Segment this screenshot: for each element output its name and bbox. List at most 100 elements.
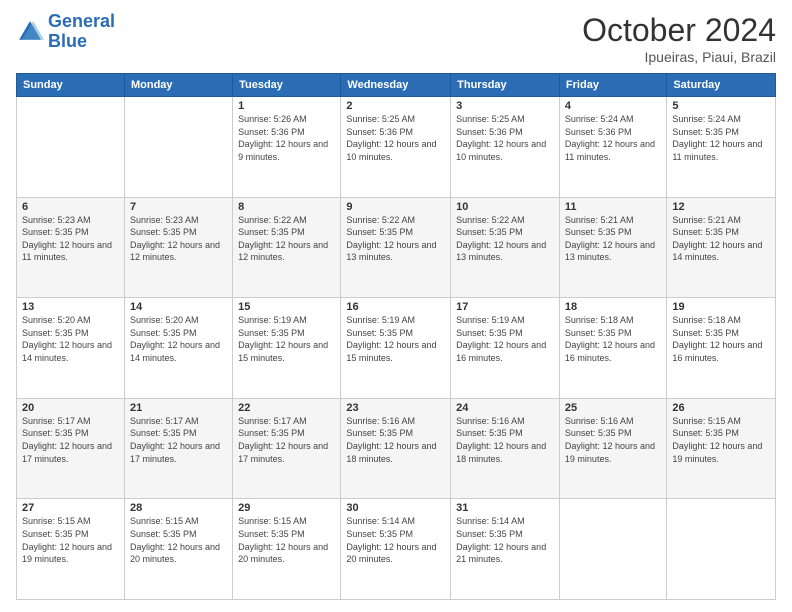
day-number: 20: [22, 402, 119, 414]
day-detail: Sunrise: 5:17 AMSunset: 5:35 PMDaylight:…: [238, 415, 335, 465]
calendar-cell: 26Sunrise: 5:15 AMSunset: 5:35 PMDayligh…: [667, 398, 776, 499]
daylight-text: Daylight: 12 hours and 10 minutes.: [456, 138, 554, 163]
sunset-text: Sunset: 5:35 PM: [238, 327, 335, 340]
calendar-cell: [667, 499, 776, 600]
calendar-body: 1Sunrise: 5:26 AMSunset: 5:36 PMDaylight…: [17, 97, 776, 600]
calendar-cell: 3Sunrise: 5:25 AMSunset: 5:36 PMDaylight…: [451, 97, 560, 198]
calendar-cell: [124, 97, 232, 198]
day-detail: Sunrise: 5:25 AMSunset: 5:36 PMDaylight:…: [346, 113, 445, 163]
calendar-cell: 22Sunrise: 5:17 AMSunset: 5:35 PMDayligh…: [233, 398, 341, 499]
day-number: 6: [22, 201, 119, 213]
day-detail: Sunrise: 5:19 AMSunset: 5:35 PMDaylight:…: [456, 314, 554, 364]
sunrise-text: Sunrise: 5:15 AM: [672, 415, 770, 428]
calendar-cell: [559, 499, 666, 600]
day-number: 17: [456, 301, 554, 313]
daylight-text: Daylight: 12 hours and 12 minutes.: [238, 239, 335, 264]
sunrise-text: Sunrise: 5:23 AM: [130, 214, 227, 227]
calendar-cell: 1Sunrise: 5:26 AMSunset: 5:36 PMDaylight…: [233, 97, 341, 198]
daylight-text: Daylight: 12 hours and 17 minutes.: [22, 440, 119, 465]
day-detail: Sunrise: 5:24 AMSunset: 5:35 PMDaylight:…: [672, 113, 770, 163]
sunrise-text: Sunrise: 5:15 AM: [22, 515, 119, 528]
sunrise-text: Sunrise: 5:21 AM: [565, 214, 661, 227]
daylight-text: Daylight: 12 hours and 17 minutes.: [130, 440, 227, 465]
main-title: October 2024: [582, 12, 776, 49]
sunrise-text: Sunrise: 5:26 AM: [238, 113, 335, 126]
day-detail: Sunrise: 5:21 AMSunset: 5:35 PMDaylight:…: [565, 214, 661, 264]
sunset-text: Sunset: 5:35 PM: [456, 226, 554, 239]
sunrise-text: Sunrise: 5:25 AM: [346, 113, 445, 126]
sunrise-text: Sunrise: 5:24 AM: [565, 113, 661, 126]
day-detail: Sunrise: 5:22 AMSunset: 5:35 PMDaylight:…: [346, 214, 445, 264]
calendar-cell: 27Sunrise: 5:15 AMSunset: 5:35 PMDayligh…: [17, 499, 125, 600]
weekday-header: Thursday: [451, 74, 560, 97]
sunset-text: Sunset: 5:36 PM: [238, 126, 335, 139]
calendar-cell: 20Sunrise: 5:17 AMSunset: 5:35 PMDayligh…: [17, 398, 125, 499]
day-detail: Sunrise: 5:22 AMSunset: 5:35 PMDaylight:…: [456, 214, 554, 264]
logo-icon: [16, 18, 44, 46]
daylight-text: Daylight: 12 hours and 15 minutes.: [238, 339, 335, 364]
calendar-header: SundayMondayTuesdayWednesdayThursdayFrid…: [17, 74, 776, 97]
sunrise-text: Sunrise: 5:22 AM: [346, 214, 445, 227]
sunset-text: Sunset: 5:35 PM: [672, 226, 770, 239]
weekday-header: Wednesday: [341, 74, 451, 97]
sunrise-text: Sunrise: 5:18 AM: [565, 314, 661, 327]
sunset-text: Sunset: 5:35 PM: [565, 427, 661, 440]
day-detail: Sunrise: 5:15 AMSunset: 5:35 PMDaylight:…: [22, 515, 119, 565]
calendar-cell: 28Sunrise: 5:15 AMSunset: 5:35 PMDayligh…: [124, 499, 232, 600]
day-number: 19: [672, 301, 770, 313]
daylight-text: Daylight: 12 hours and 19 minutes.: [672, 440, 770, 465]
day-number: 25: [565, 402, 661, 414]
page: General Blue October 2024 Ipueiras, Piau…: [0, 0, 792, 612]
sunrise-text: Sunrise: 5:19 AM: [238, 314, 335, 327]
day-detail: Sunrise: 5:16 AMSunset: 5:35 PMDaylight:…: [565, 415, 661, 465]
sunset-text: Sunset: 5:35 PM: [346, 327, 445, 340]
subtitle: Ipueiras, Piaui, Brazil: [582, 49, 776, 65]
sunrise-text: Sunrise: 5:15 AM: [238, 515, 335, 528]
daylight-text: Daylight: 12 hours and 14 minutes.: [672, 239, 770, 264]
weekday-header: Tuesday: [233, 74, 341, 97]
sunrise-text: Sunrise: 5:23 AM: [22, 214, 119, 227]
day-detail: Sunrise: 5:26 AMSunset: 5:36 PMDaylight:…: [238, 113, 335, 163]
calendar-cell: 29Sunrise: 5:15 AMSunset: 5:35 PMDayligh…: [233, 499, 341, 600]
day-detail: Sunrise: 5:18 AMSunset: 5:35 PMDaylight:…: [672, 314, 770, 364]
calendar-cell: 25Sunrise: 5:16 AMSunset: 5:35 PMDayligh…: [559, 398, 666, 499]
calendar-cell: 10Sunrise: 5:22 AMSunset: 5:35 PMDayligh…: [451, 197, 560, 298]
day-detail: Sunrise: 5:23 AMSunset: 5:35 PMDaylight:…: [130, 214, 227, 264]
sunset-text: Sunset: 5:35 PM: [672, 126, 770, 139]
sunrise-text: Sunrise: 5:16 AM: [346, 415, 445, 428]
day-detail: Sunrise: 5:25 AMSunset: 5:36 PMDaylight:…: [456, 113, 554, 163]
sunrise-text: Sunrise: 5:22 AM: [456, 214, 554, 227]
calendar-cell: 11Sunrise: 5:21 AMSunset: 5:35 PMDayligh…: [559, 197, 666, 298]
day-number: 28: [130, 502, 227, 514]
daylight-text: Daylight: 12 hours and 14 minutes.: [130, 339, 227, 364]
day-detail: Sunrise: 5:16 AMSunset: 5:35 PMDaylight:…: [456, 415, 554, 465]
sunrise-text: Sunrise: 5:15 AM: [130, 515, 227, 528]
day-number: 2: [346, 100, 445, 112]
logo: General Blue: [16, 12, 115, 52]
sunset-text: Sunset: 5:35 PM: [238, 528, 335, 541]
weekday-header: Monday: [124, 74, 232, 97]
daylight-text: Daylight: 12 hours and 11 minutes.: [22, 239, 119, 264]
sunrise-text: Sunrise: 5:19 AM: [346, 314, 445, 327]
day-detail: Sunrise: 5:20 AMSunset: 5:35 PMDaylight:…: [22, 314, 119, 364]
day-number: 14: [130, 301, 227, 313]
daylight-text: Daylight: 12 hours and 11 minutes.: [565, 138, 661, 163]
calendar-week-row: 13Sunrise: 5:20 AMSunset: 5:35 PMDayligh…: [17, 298, 776, 399]
sunset-text: Sunset: 5:35 PM: [456, 427, 554, 440]
daylight-text: Daylight: 12 hours and 10 minutes.: [346, 138, 445, 163]
day-detail: Sunrise: 5:14 AMSunset: 5:35 PMDaylight:…: [346, 515, 445, 565]
daylight-text: Daylight: 12 hours and 17 minutes.: [238, 440, 335, 465]
day-detail: Sunrise: 5:15 AMSunset: 5:35 PMDaylight:…: [130, 515, 227, 565]
day-detail: Sunrise: 5:22 AMSunset: 5:35 PMDaylight:…: [238, 214, 335, 264]
sunset-text: Sunset: 5:35 PM: [130, 427, 227, 440]
calendar-cell: 16Sunrise: 5:19 AMSunset: 5:35 PMDayligh…: [341, 298, 451, 399]
daylight-text: Daylight: 12 hours and 15 minutes.: [346, 339, 445, 364]
daylight-text: Daylight: 12 hours and 12 minutes.: [130, 239, 227, 264]
day-detail: Sunrise: 5:23 AMSunset: 5:35 PMDaylight:…: [22, 214, 119, 264]
calendar-cell: 17Sunrise: 5:19 AMSunset: 5:35 PMDayligh…: [451, 298, 560, 399]
calendar-table: SundayMondayTuesdayWednesdayThursdayFrid…: [16, 73, 776, 600]
logo-text: General Blue: [48, 12, 115, 52]
calendar-cell: 23Sunrise: 5:16 AMSunset: 5:35 PMDayligh…: [341, 398, 451, 499]
sunset-text: Sunset: 5:35 PM: [672, 427, 770, 440]
sunset-text: Sunset: 5:35 PM: [130, 327, 227, 340]
